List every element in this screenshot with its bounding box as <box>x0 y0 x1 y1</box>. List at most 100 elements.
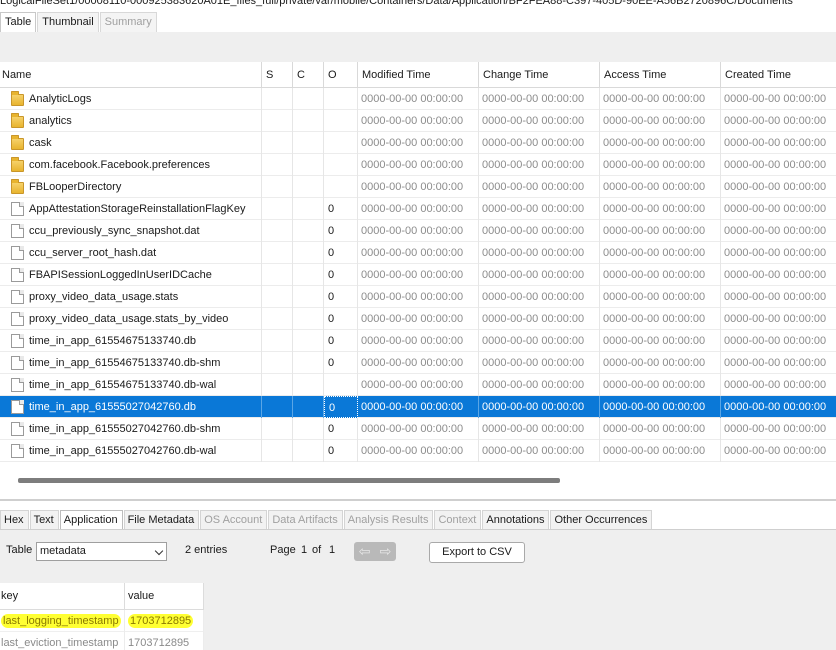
time-cell: 0000-00-00 00:00:00 <box>600 176 721 198</box>
table-row[interactable]: proxy_video_data_usage.stats_by_video 0 00… <box>0 308 836 330</box>
table-row[interactable]: time_in_app_61555027042760.db-wal 0 0000-0… <box>0 440 836 462</box>
time-cell: 0000-00-00 00:00:00 <box>479 352 600 374</box>
file-name: analytics <box>29 115 72 127</box>
table-row[interactable]: time_in_app_61555027042760.db-shm 0 0000-0… <box>0 418 836 440</box>
column-header-created-time[interactable]: Created Time <box>721 62 836 88</box>
horizontal-scrollbar[interactable] <box>0 472 836 489</box>
time-cell: 0000-00-00 00:00:00 <box>358 374 479 396</box>
time-cell: 0000-00-00 00:00:00 <box>600 308 721 330</box>
prev-page-icon[interactable]: ⇦ <box>354 542 375 561</box>
name-cell: ccu_previously_sync_snapshot.dat <box>0 220 262 242</box>
file-icon <box>11 334 24 348</box>
column-header-s[interactable]: S <box>262 62 293 88</box>
empty-cell <box>293 374 324 396</box>
table-row[interactable]: com.facebook.Facebook.preferences 0000-00… <box>0 154 836 176</box>
table-row[interactable]: analytics 0000-00-00 00:00:00 0000-00-00 0… <box>0 110 836 132</box>
empty-cell <box>293 198 324 220</box>
name-cell: FBAPISessionLoggedInUserIDCache <box>0 264 262 286</box>
table-row[interactable]: AppAttestationStorageReinstallationFlagK… <box>0 198 836 220</box>
splitter[interactable] <box>0 499 836 501</box>
time-cell: 0000-00-00 00:00:00 <box>724 203 827 215</box>
time-cell: 0000-00-00 00:00:00 <box>724 137 827 149</box>
metadata-value: 1703712895 <box>125 610 204 632</box>
page-of: of <box>312 544 322 556</box>
time-cell: 0000-00-00 00:00:00 <box>600 198 721 220</box>
file-name: FBAPISessionLoggedInUserIDCache <box>29 269 212 281</box>
empty-cell <box>262 264 293 286</box>
page-current: 1 <box>301 544 308 556</box>
next-page-icon[interactable]: ⇨ <box>375 542 396 561</box>
time-cell: 0000-00-00 00:00:00 <box>358 352 479 374</box>
table-row[interactable]: last_logging_timestamp 1703712895 <box>0 610 204 632</box>
table-row[interactable]: last_eviction_timestamp 1703712895 <box>0 632 204 650</box>
file-name: time_in_app_61555027042760.db <box>29 401 196 413</box>
time-cell: 0000-00-00 00:00:00 <box>724 159 827 171</box>
empty-cell <box>293 352 324 374</box>
file-icon <box>11 356 24 370</box>
name-cell: time_in_app_61554675133740.db <box>0 330 262 352</box>
tab-annotations[interactable]: Annotations <box>482 510 550 530</box>
table-row[interactable]: proxy_video_data_usage.stats 0 0000-00-00 … <box>0 286 836 308</box>
content-viewer-tab-bar: Hex Text Application File Metadata OS Ac… <box>0 508 836 530</box>
o-cell: 0 <box>324 308 358 330</box>
time-cell: 0000-00-00 00:00:00 <box>358 440 479 462</box>
empty-cell <box>262 110 293 132</box>
table-row[interactable]: ccu_server_root_hash.dat 0 0000-00-00 00:0… <box>0 242 836 264</box>
table-row[interactable]: FBAPISessionLoggedInUserIDCache 0 0000-00-… <box>0 264 836 286</box>
time-cell: 0000-00-00 00:00:00 <box>479 374 600 396</box>
o-cell: 0 <box>324 418 358 440</box>
metadata-value: 1703712895 <box>125 632 204 650</box>
name-cell: cask <box>0 132 262 154</box>
empty-cell <box>262 88 293 110</box>
file-name: com.facebook.Facebook.preferences <box>29 159 210 171</box>
table-row[interactable]: time_in_app_61554675133740.db 0 0000-00-00… <box>0 330 836 352</box>
column-header-o[interactable]: O <box>324 62 358 88</box>
time-cell: 0000-00-00 00:00:00 <box>724 445 827 457</box>
time-cell: 0000-00-00 00:00:00 <box>358 264 479 286</box>
tab-text[interactable]: Text <box>29 510 59 530</box>
column-header-modified-time[interactable]: Modified Time <box>358 62 479 88</box>
column-header-access-time[interactable]: Access Time <box>600 62 721 88</box>
time-cell: 0000-00-00 00:00:00 <box>358 132 479 154</box>
table-row[interactable]: time_in_app_61554675133740.db-wal 0000-00… <box>0 374 836 396</box>
table-row[interactable]: cask 0000-00-00 00:00:00 0000-00-00 00:00:… <box>0 132 836 154</box>
time-cell: 0000-00-00 00:00:00 <box>600 88 721 110</box>
scrollbar-thumb[interactable] <box>18 478 560 483</box>
tab-hex[interactable]: Hex <box>0 510 29 530</box>
column-header-key[interactable]: key <box>0 583 125 610</box>
o-cell <box>324 176 358 198</box>
tab-table[interactable]: Table <box>0 12 37 32</box>
table-row[interactable]: ccu_previously_sync_snapshot.dat 0 0000-00… <box>0 220 836 242</box>
page-total: 1 <box>329 544 336 556</box>
time-cell: 0000-00-00 00:00:00 <box>358 242 479 264</box>
table-row[interactable]: AnalyticLogs 0000-00-00 00:00:00 0000-00-0… <box>0 88 836 110</box>
o-cell: 0 <box>324 330 358 352</box>
column-header-c[interactable]: C <box>293 62 324 88</box>
o-cell <box>324 154 358 176</box>
column-header-change-time[interactable]: Change Time <box>479 62 600 88</box>
top-tab-bar: Table Thumbnail Summary <box>0 12 836 32</box>
time-cell: 0000-00-00 00:00:00 <box>600 154 721 176</box>
tab-other-occurrences[interactable]: Other Occurrences <box>550 510 653 530</box>
empty-cell <box>293 308 324 330</box>
file-name: ccu_server_root_hash.dat <box>29 247 157 259</box>
table-row[interactable]: time_in_app_61554675133740.db-shm 0 0000-0… <box>0 352 836 374</box>
column-header-value[interactable]: value <box>125 583 204 610</box>
empty-cell <box>262 418 293 440</box>
empty-cell <box>293 286 324 308</box>
folder-icon <box>11 156 24 172</box>
table-select[interactable]: metadata <box>36 542 167 561</box>
name-cell: proxy_video_data_usage.stats <box>0 286 262 308</box>
table-row[interactable]: time_in_app_61555027042760.db 0 0000-00-00… <box>0 396 836 418</box>
o-cell <box>324 374 358 396</box>
time-cell: 0000-00-00 00:00:00 <box>479 176 600 198</box>
column-header-name[interactable]: Name <box>0 62 262 88</box>
tab-thumbnail[interactable]: Thumbnail <box>37 12 99 32</box>
tab-file-metadata[interactable]: File Metadata <box>123 510 200 530</box>
export-csv-button[interactable]: Export to CSV <box>429 542 525 563</box>
empty-cell <box>262 308 293 330</box>
time-cell: 0000-00-00 00:00:00 <box>724 357 827 369</box>
tab-application[interactable]: Application <box>59 510 123 530</box>
time-cell: 0000-00-00 00:00:00 <box>479 308 600 330</box>
table-row[interactable]: FBLooperDirectory 0000-00-00 00:00:00 0000… <box>0 176 836 198</box>
